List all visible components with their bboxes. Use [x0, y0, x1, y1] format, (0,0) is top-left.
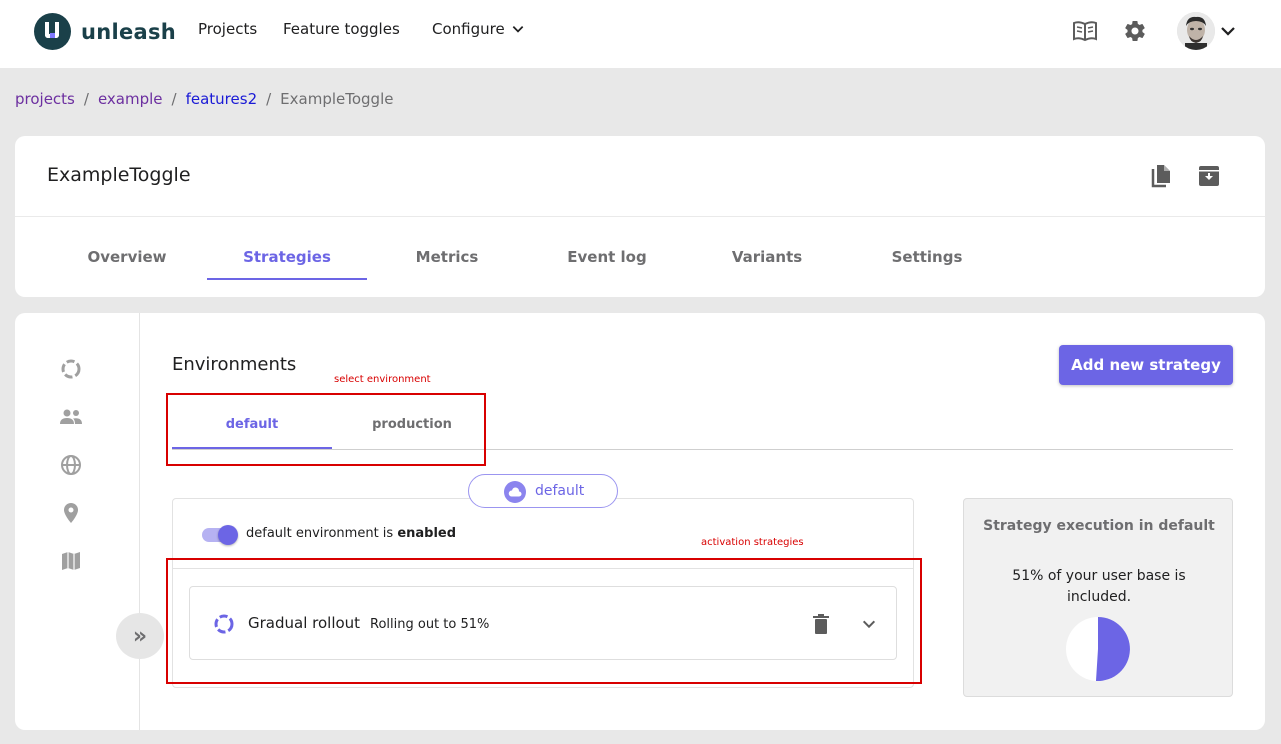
- user-avatar[interactable]: [1177, 12, 1215, 50]
- nav-configure-label: Configure: [432, 20, 505, 38]
- tab-event-log[interactable]: Event log: [527, 248, 687, 266]
- map-icon[interactable]: [59, 549, 83, 573]
- breadcrumb-current: ExampleToggle: [280, 90, 394, 108]
- nav-projects[interactable]: Projects: [198, 20, 257, 38]
- breadcrumb-features2[interactable]: features2: [186, 90, 258, 108]
- unleash-logo[interactable]: unleash: [34, 13, 176, 50]
- logo-text: unleash: [81, 19, 177, 44]
- page-title: ExampleToggle: [47, 164, 191, 186]
- globe-icon[interactable]: [59, 453, 83, 477]
- tab-variants[interactable]: Variants: [687, 248, 847, 266]
- annotation-box-activation-strategies: [166, 558, 922, 684]
- add-new-strategy-button[interactable]: Add new strategy: [1059, 345, 1233, 385]
- annotation-activation-strategies: activation strategies: [701, 537, 804, 548]
- location-pin-icon[interactable]: [59, 501, 83, 525]
- users-icon[interactable]: [59, 405, 83, 429]
- annotation-select-environment: select environment: [334, 374, 431, 385]
- breadcrumb-separator: /: [171, 90, 177, 108]
- tab-settings[interactable]: Settings: [847, 248, 1007, 266]
- annotation-box-select-environment: [166, 393, 486, 466]
- documentation-book-icon[interactable]: [1072, 18, 1098, 44]
- card-divider: [15, 216, 1265, 217]
- execution-title: Strategy execution in default: [983, 518, 1215, 534]
- double-chevron-right-icon: »: [132, 623, 148, 649]
- tab-strategies[interactable]: Strategies: [207, 248, 367, 266]
- active-tab-indicator: [207, 278, 367, 280]
- chevron-down-icon: [512, 26, 523, 33]
- environment-status-prefix: default environment is: [246, 526, 394, 541]
- environments-title: Environments: [172, 354, 297, 375]
- execution-text: 51% of your user base is included.: [1012, 568, 1186, 605]
- gear-icon[interactable]: [1122, 18, 1148, 44]
- breadcrumb-example[interactable]: example: [98, 90, 163, 108]
- archive-icon[interactable]: [1197, 164, 1221, 188]
- rollout-percentage-pie: [1066, 617, 1130, 681]
- environment-status: default environment is enabled: [246, 526, 456, 541]
- tab-metrics[interactable]: Metrics: [367, 248, 527, 266]
- strategy-execution-card: Strategy execution in default 51% of you…: [963, 498, 1233, 697]
- breadcrumb-separator: /: [266, 90, 272, 108]
- breadcrumb: projects / example / features2 / Example…: [15, 90, 393, 108]
- environment-enabled-toggle[interactable]: [202, 525, 238, 545]
- environment-badge: default: [468, 474, 618, 508]
- feature-header-card: ExampleToggle Overview Strategies Metric…: [15, 136, 1265, 297]
- unleash-logo-icon: [34, 13, 71, 50]
- chevron-down-icon[interactable]: [1219, 22, 1237, 40]
- nav-configure[interactable]: Configure: [432, 20, 525, 38]
- environment-badge-label: default: [535, 483, 585, 499]
- expand-sidebar-button[interactable]: »: [116, 613, 164, 659]
- tab-overview[interactable]: Overview: [47, 248, 207, 266]
- nav-feature-toggles[interactable]: Feature toggles: [283, 20, 400, 38]
- breadcrumb-projects[interactable]: projects: [15, 90, 75, 108]
- environment-status-value: enabled: [397, 526, 457, 541]
- gradual-rollout-icon[interactable]: [59, 357, 83, 381]
- pie-slice-included: [1095, 617, 1130, 681]
- breadcrumb-separator: /: [83, 90, 89, 108]
- strategy-types-sidebar: [15, 313, 140, 730]
- top-navigation-bar: unleash Projects Feature toggles Configu…: [0, 0, 1281, 68]
- copy-icon[interactable]: [1149, 164, 1173, 188]
- cloud-icon: [504, 481, 526, 503]
